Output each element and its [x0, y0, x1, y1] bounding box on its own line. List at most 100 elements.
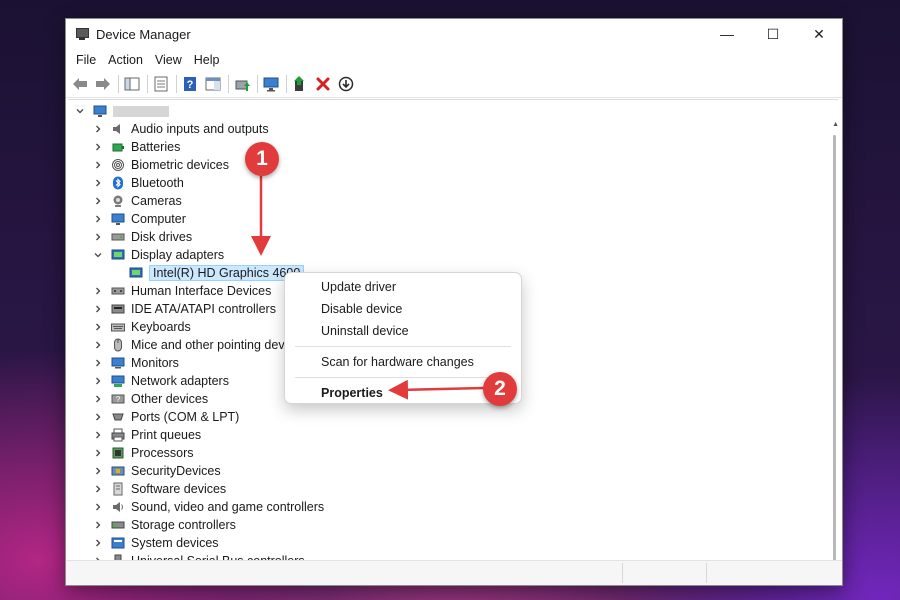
chevron-right-icon[interactable]: [92, 519, 104, 531]
tree-category-row[interactable]: Computer: [92, 210, 186, 228]
context-menu-disable-device[interactable]: Disable device: [321, 302, 402, 316]
context-menu-update-driver[interactable]: Update driver: [321, 280, 396, 294]
forward-button[interactable]: [93, 74, 113, 94]
context-menu-separator: [295, 346, 511, 347]
tree-category-row[interactable]: Batteries: [92, 138, 180, 156]
chevron-down-icon[interactable]: [92, 249, 104, 261]
storage-controller-icon: [110, 517, 126, 533]
toolbar-separator: [118, 75, 119, 93]
tree-category-label: Audio inputs and outputs: [131, 122, 269, 136]
show-action-pane-icon: [205, 77, 221, 91]
selected-device-label: Intel(R) HD Graphics 4600: [149, 265, 305, 281]
computer-name-redacted: [113, 105, 169, 117]
tree-category-row[interactable]: Cameras: [92, 192, 182, 210]
help-button[interactable]: ?: [180, 74, 200, 94]
chevron-right-icon[interactable]: [92, 411, 104, 423]
tree-category-row[interactable]: Display adapters: [92, 246, 224, 264]
context-menu-properties[interactable]: Properties: [321, 386, 383, 400]
tree-category-row[interactable]: SecurityDevices: [92, 462, 221, 480]
tree-category-row[interactable]: Mice and other pointing devi: [92, 336, 287, 354]
port-icon: [110, 409, 126, 425]
tree-category-row[interactable]: Ports (COM & LPT): [92, 408, 239, 426]
chevron-right-icon[interactable]: [92, 465, 104, 477]
chevron-right-icon[interactable]: [92, 141, 104, 153]
minimize-button[interactable]: —: [704, 19, 750, 49]
tree-category-label: Disk drives: [131, 230, 193, 244]
properties-sheet-button[interactable]: [151, 74, 171, 94]
tree-category-label: Computer: [131, 212, 186, 226]
display-adapter-icon: [110, 247, 126, 263]
chevron-right-icon[interactable]: [92, 393, 104, 405]
fingerprint-icon: [110, 157, 126, 173]
chevron-right-icon[interactable]: [92, 429, 104, 441]
update-driver-button[interactable]: [232, 74, 252, 94]
menu-action[interactable]: Action: [102, 53, 149, 67]
tree-category-row[interactable]: Software devices: [92, 480, 226, 498]
tree-category-row[interactable]: System devices: [92, 534, 219, 552]
context-menu-uninstall-device[interactable]: Uninstall device: [321, 324, 409, 338]
maximize-button[interactable]: ☐: [750, 19, 796, 49]
tree-category-row[interactable]: Sound, video and game controllers: [92, 498, 324, 516]
tree-category-label: Ports (COM & LPT): [131, 410, 240, 424]
chevron-right-icon[interactable]: [92, 123, 104, 135]
status-bar-divider: [706, 563, 707, 583]
chevron-down-icon[interactable]: [74, 105, 86, 117]
tree-category-row[interactable]: Network adapters: [92, 372, 229, 390]
menu-file[interactable]: File: [70, 53, 102, 67]
menu-help[interactable]: Help: [188, 53, 226, 67]
computer-icon: [110, 211, 126, 227]
tree-device-intel-graphics[interactable]: Intel(R) HD Graphics 4600: [128, 264, 305, 282]
tree-category-row[interactable]: Processors: [92, 444, 194, 462]
disk-drive-icon: [110, 229, 126, 245]
chevron-right-icon[interactable]: [92, 483, 104, 495]
tree-category-row[interactable]: ? Other devices: [92, 390, 208, 408]
menu-view[interactable]: View: [149, 53, 188, 67]
chevron-right-icon[interactable]: [92, 159, 104, 171]
chevron-right-icon[interactable]: [92, 213, 104, 225]
tree-category-row[interactable]: Audio inputs and outputs: [92, 120, 269, 138]
processor-icon: [110, 445, 126, 461]
tree-category-row[interactable]: Monitors: [92, 354, 179, 372]
context-menu-scan-hardware[interactable]: Scan for hardware changes: [321, 355, 474, 369]
battery-icon: [110, 139, 126, 155]
window-title: Device Manager: [96, 26, 191, 42]
enable-device-button[interactable]: [290, 74, 310, 94]
scan-hardware-button[interactable]: [261, 74, 281, 94]
tree-category-row[interactable]: Print queues: [92, 426, 201, 444]
chevron-right-icon[interactable]: [92, 447, 104, 459]
tree-category-row[interactable]: Biometric devices: [92, 156, 229, 174]
tree-category-row[interactable]: Storage controllers: [92, 516, 236, 534]
tree-category-label: Cameras: [131, 194, 182, 208]
chevron-right-icon[interactable]: [92, 501, 104, 513]
chevron-right-icon[interactable]: [92, 231, 104, 243]
chevron-right-icon[interactable]: [92, 321, 104, 333]
uninstall-device-button[interactable]: [313, 74, 333, 94]
chevron-right-icon[interactable]: [92, 303, 104, 315]
chevron-right-icon[interactable]: [92, 177, 104, 189]
tree-category-row[interactable]: Disk drives: [92, 228, 192, 246]
sound-controller-icon: [110, 499, 126, 515]
hid-icon: [110, 283, 126, 299]
tree-category-row[interactable]: Human Interface Devices: [92, 282, 271, 300]
chevron-right-icon[interactable]: [92, 195, 104, 207]
scroll-up-arrow[interactable]: ▲: [832, 121, 839, 128]
back-button[interactable]: [70, 74, 90, 94]
show-hide-console-tree-button[interactable]: [122, 74, 142, 94]
download-button[interactable]: [336, 74, 356, 94]
vertical-scrollbar-thumb[interactable]: [833, 135, 836, 575]
close-button[interactable]: ✕: [796, 19, 842, 49]
chevron-right-icon[interactable]: [92, 537, 104, 549]
tree-category-label: Bluetooth: [131, 176, 184, 190]
annotation-badge-1: 1: [245, 142, 279, 176]
camera-icon: [110, 193, 126, 209]
chevron-right-icon[interactable]: [92, 339, 104, 351]
chevron-right-icon[interactable]: [92, 285, 104, 297]
show-action-pane-button[interactable]: [203, 74, 223, 94]
chevron-right-icon[interactable]: [92, 375, 104, 387]
toolbar: ?: [66, 71, 842, 98]
chevron-right-icon[interactable]: [92, 357, 104, 369]
tree-category-row[interactable]: Keyboards: [92, 318, 191, 336]
tree-category-row[interactable]: Bluetooth: [92, 174, 184, 192]
tree-category-row[interactable]: IDE ATA/ATAPI controllers: [92, 300, 276, 318]
tree-root-computer[interactable]: [74, 102, 169, 120]
